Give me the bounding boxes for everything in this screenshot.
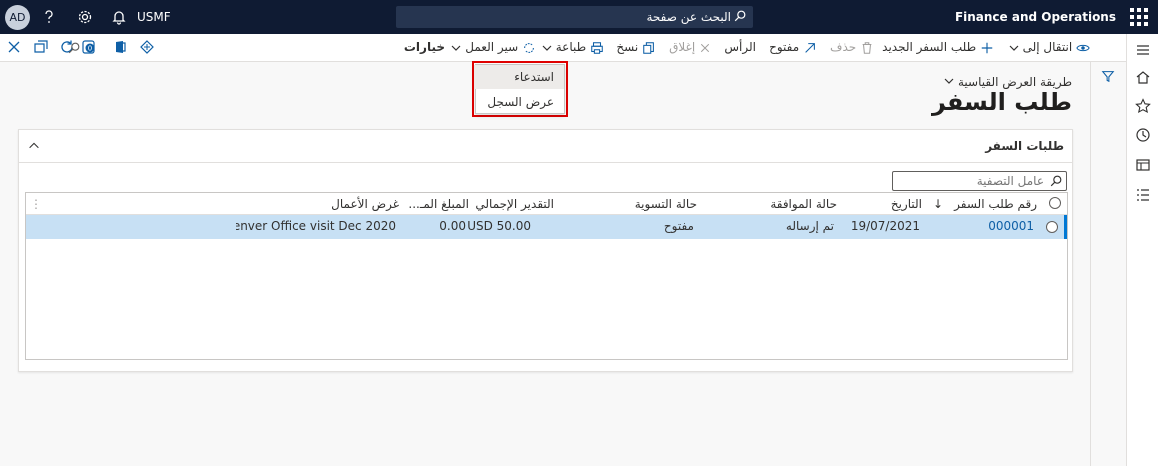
- top-navigation-bar: AD USMF البحث عن صفحة Finance and Operat…: [0, 0, 1158, 34]
- chevron-up-icon[interactable]: [27, 139, 41, 153]
- travel-requests-grid: رقم طلب السفر ↓ التاريخ حالة الموافقة حا…: [25, 192, 1068, 360]
- options-search-icon-wrap[interactable]: [67, 40, 81, 55]
- copy-label: نسخ: [616, 40, 639, 54]
- view-selector[interactable]: طريقة العرض القياسية: [944, 75, 1072, 89]
- cell-total-estimate: USD 50.00: [467, 219, 531, 233]
- print-icon: [591, 41, 603, 54]
- power-apps-icon[interactable]: [139, 39, 155, 55]
- cell-approval-status: تم إرساله: [785, 219, 834, 233]
- print-label: طباعة: [555, 40, 587, 54]
- page-search-box[interactable]: البحث عن صفحة: [396, 6, 753, 28]
- table-row[interactable]: 000001 19/07/2021 تم إرساله مفتوح USD 50…: [26, 215, 1067, 239]
- header-amount[interactable]: المبلغ المـ...: [408, 197, 469, 211]
- workflow-menu: استدعاء عرض السجل: [474, 64, 565, 114]
- open-button[interactable]: مفتوح: [769, 40, 817, 55]
- hamburger-menu-icon[interactable]: [1135, 42, 1151, 58]
- user-avatar[interactable]: AD: [5, 5, 30, 30]
- company-selector[interactable]: USMF: [137, 10, 171, 24]
- app-launcher-waffle-icon[interactable]: [1130, 8, 1148, 26]
- header-date[interactable]: التاريخ: [891, 197, 922, 211]
- row-select-radio[interactable]: [1046, 221, 1058, 233]
- search-icon: [68, 42, 80, 53]
- view-name: طريقة العرض القياسية: [958, 75, 1072, 89]
- workflow-menu-item-view-history[interactable]: عرض السجل: [474, 90, 564, 114]
- header-button[interactable]: الرأس: [724, 40, 756, 54]
- workflow-icon: [524, 42, 534, 53]
- header-number[interactable]: رقم طلب السفر: [954, 197, 1037, 211]
- help-icon[interactable]: [41, 9, 57, 25]
- print-button[interactable]: طباعة: [542, 40, 604, 55]
- close-icon[interactable]: [6, 39, 22, 55]
- header-settlement-status[interactable]: حالة التسوية: [635, 197, 697, 211]
- options-tab[interactable]: خيارات: [404, 40, 445, 54]
- search-placeholder: البحث عن صفحة: [646, 10, 731, 24]
- search-icon: [734, 10, 746, 22]
- recent-clock-icon[interactable]: [1135, 127, 1151, 143]
- fasttab-title: طلبات السفر: [985, 139, 1064, 153]
- notifications-bell-icon[interactable]: [111, 9, 127, 25]
- goto-label: انتقال إلى: [1022, 40, 1073, 54]
- new-travel-request-button[interactable]: طلب السفر الجديد: [882, 40, 994, 55]
- fasttab-header[interactable]: طلبات السفر: [19, 130, 1072, 163]
- sort-down-arrow-icon[interactable]: ↓: [933, 197, 943, 211]
- eye-icon: [1076, 44, 1090, 51]
- cell-number[interactable]: 000001: [988, 219, 1034, 233]
- attachments-icon[interactable]: 0: [81, 39, 97, 55]
- detach-window-icon[interactable]: [33, 39, 49, 55]
- chevron-down-icon: [451, 45, 461, 51]
- goto-button[interactable]: انتقال إلى: [1009, 40, 1090, 55]
- grid-header-row: رقم طلب السفر ↓ التاريخ حالة الموافقة حا…: [26, 193, 1067, 215]
- action-pane: 0 خيارات سير العمل طباعة نسخ إغلاق الرأس…: [0, 34, 1126, 62]
- cell-amount: 0.00: [439, 219, 466, 233]
- chevron-down-icon: [1009, 45, 1019, 51]
- office-icon[interactable]: [112, 39, 128, 55]
- modules-list-icon[interactable]: [1135, 187, 1151, 203]
- settings-gear-icon[interactable]: [77, 9, 93, 25]
- home-icon[interactable]: [1135, 69, 1151, 85]
- workflow-label: سير العمل: [465, 40, 519, 54]
- column-options-icon[interactable]: ⋮: [30, 197, 42, 211]
- filter-pane: [1090, 62, 1125, 466]
- trash-icon: [862, 41, 872, 54]
- cell-date: 19/07/2021: [850, 219, 920, 233]
- select-all-radio[interactable]: [1049, 197, 1061, 209]
- favorites-star-icon[interactable]: [1135, 98, 1151, 114]
- cell-business-purpose: Denver Office visit Dec 2020: [236, 219, 396, 233]
- header-approval-status[interactable]: حالة الموافقة: [770, 197, 837, 211]
- header-business-purpose[interactable]: غرض الأعمال: [331, 197, 399, 211]
- close-x-icon: [700, 43, 710, 52]
- workflow-button[interactable]: سير العمل: [451, 40, 536, 55]
- chevron-down-icon: [542, 45, 552, 51]
- close-record-label: إغلاق: [669, 40, 696, 54]
- new-travel-request-label: طلب السفر الجديد: [882, 40, 977, 54]
- page-title: طلب السفر: [931, 88, 1072, 116]
- close-record-button[interactable]: إغلاق: [669, 40, 711, 54]
- open-label: مفتوح: [769, 40, 800, 54]
- delete-label: حذف: [830, 40, 857, 54]
- chevron-down-icon: [944, 78, 954, 84]
- plus-icon: [981, 42, 993, 53]
- cell-business-purpose-text: Denver Office visit Dec 2020: [236, 219, 396, 233]
- grid-filter-box[interactable]: [892, 171, 1067, 191]
- navigation-rail: [1126, 34, 1158, 466]
- cell-settlement-status: مفتوح: [663, 219, 694, 233]
- filter-icon[interactable]: [1101, 69, 1115, 83]
- travel-requests-fasttab: طلبات السفر رقم طلب السفر ↓ التاريخ حالة…: [18, 129, 1073, 372]
- delete-button[interactable]: حذف: [830, 40, 874, 55]
- open-arrow-icon: [805, 42, 815, 53]
- workspaces-icon[interactable]: [1135, 157, 1151, 173]
- search-icon: [1050, 175, 1062, 187]
- copy-button[interactable]: نسخ: [616, 40, 656, 55]
- filter-input[interactable]: [896, 172, 1046, 190]
- header-total-estimate[interactable]: التقدير الإجمالي: [475, 197, 554, 211]
- svg-text:0: 0: [88, 45, 92, 53]
- copy-icon: [643, 41, 654, 54]
- workflow-menu-item-recall[interactable]: استدعاء: [474, 65, 564, 89]
- app-title: Finance and Operations: [954, 10, 1116, 24]
- workflow-dropdown-highlight: استدعاء عرض السجل: [472, 61, 568, 117]
